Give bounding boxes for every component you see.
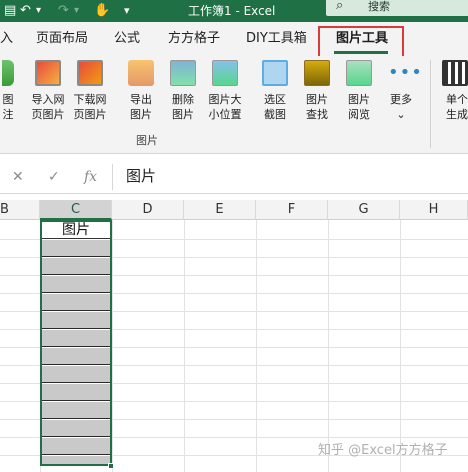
image-size-position-icon [212, 60, 238, 86]
shaded-cell[interactable] [42, 330, 110, 347]
download-web-image-label: 下载网 页图片 [73, 93, 107, 121]
redo-icon[interactable]: ↷ [58, 2, 69, 20]
picture-annotate-label: 图 注 [2, 93, 14, 121]
shaded-cell[interactable] [42, 366, 110, 383]
image-size-position-button[interactable]: 图片大 小位置 [204, 60, 246, 122]
undo-dropdown-icon[interactable]: ▾ [36, 2, 41, 20]
image-preview-icon [346, 60, 372, 86]
delete-image-label: 删除 图片 [172, 93, 194, 121]
highlight-box [318, 26, 404, 60]
image-find-icon [304, 60, 330, 86]
image-size-position-label: 图片大 小位置 [208, 93, 242, 121]
image-find-button[interactable]: 图片 查找 [300, 60, 334, 122]
tab-formulas[interactable]: 公式 [114, 30, 140, 48]
shaded-cell[interactable] [42, 240, 110, 257]
more-button[interactable]: ••• 更多 ⌄ [384, 60, 423, 122]
shaded-cell[interactable] [42, 348, 110, 365]
customize-quick-access-icon[interactable]: ▾ [124, 2, 130, 20]
export-image-icon [128, 60, 154, 86]
tab-page-layout[interactable]: 页面布局 [36, 30, 88, 48]
image-preview-label: 图片 阅览 [348, 93, 370, 121]
column-header-d[interactable]: D [112, 200, 184, 220]
redo-dropdown-icon[interactable]: ▾ [74, 2, 79, 20]
import-web-image-label: 导入网 页图片 [31, 93, 65, 121]
column-header-f[interactable]: F [256, 200, 328, 220]
search-box[interactable]: ⌕ 搜索 [326, 0, 468, 16]
shaded-cell[interactable] [42, 276, 110, 293]
image-preview-button[interactable]: 图片 阅览 [342, 60, 376, 122]
import-web-image-icon [35, 60, 61, 86]
fill-handle[interactable] [108, 463, 114, 469]
formula-bar [0, 160, 468, 194]
formula-divider [112, 164, 113, 190]
ribbon-group-label: 图片 [136, 134, 158, 147]
search-icon: ⌕ [336, 0, 344, 13]
tab-diy-toolbox[interactable]: DIY工具箱 [246, 30, 307, 48]
qr-generate-label: 单个 生成 [446, 93, 468, 121]
tab-insert[interactable]: 入 [0, 30, 13, 48]
download-web-image-button[interactable]: 下载网 页图片 [70, 60, 110, 122]
shaded-cell[interactable] [42, 438, 110, 455]
column-header-e[interactable]: E [184, 200, 256, 220]
qr-generate-button[interactable]: 单个 生成 [442, 60, 468, 122]
shaded-cell[interactable] [42, 384, 110, 401]
ribbon-separator [430, 60, 431, 148]
download-web-image-icon [77, 60, 103, 86]
picture-annotate-icon [2, 60, 14, 86]
cancel-icon[interactable]: ✕ [12, 168, 24, 186]
screenshot-selection-button[interactable]: 选区 截图 [258, 60, 292, 122]
tab-fangfang-gezi[interactable]: 方方格子 [168, 30, 220, 48]
window-title: 工作簿1 - Excel [188, 4, 276, 18]
shaded-cell[interactable] [42, 456, 110, 464]
watermark: 知乎 @Excel方方格子 [318, 443, 448, 458]
search-placeholder: 搜索 [368, 0, 390, 13]
column-header-h[interactable]: H [400, 200, 468, 220]
formula-input[interactable]: 图片 [126, 166, 156, 186]
touch-mode-icon[interactable]: ✋ [94, 2, 110, 20]
title-bar: ▤ ↶ ▾ ↷ ▾ ✋ ▾ 工作簿1 - Excel ⌕ 搜索 [0, 0, 468, 22]
image-find-label: 图片 查找 [306, 93, 328, 121]
picture-annotate-button[interactable]: 图 注 [0, 60, 16, 122]
export-image-button[interactable]: 导出 图片 [124, 60, 158, 122]
delete-image-button[interactable]: 删除 图片 [166, 60, 200, 122]
shaded-cell[interactable] [42, 402, 110, 419]
cell-c1[interactable]: 图片 [42, 221, 110, 239]
column-header-b[interactable]: B [0, 200, 40, 220]
shaded-cell[interactable] [42, 420, 110, 437]
column-header-g[interactable]: G [328, 200, 400, 220]
shaded-cell[interactable] [42, 294, 110, 311]
screenshot-selection-label: 选区 截图 [264, 93, 286, 121]
delete-image-icon [170, 60, 196, 86]
shaded-cell[interactable] [42, 312, 110, 329]
export-image-label: 导出 图片 [130, 93, 152, 121]
insert-function-icon[interactable]: fx [84, 168, 97, 186]
qr-code-icon [442, 60, 468, 86]
more-label: 更多 ⌄ [390, 93, 412, 121]
import-web-image-button[interactable]: 导入网 页图片 [28, 60, 68, 122]
save-icon[interactable]: ▤ [4, 2, 16, 20]
shaded-cell[interactable] [42, 258, 110, 275]
undo-icon[interactable]: ↶ [20, 2, 31, 20]
more-icon: ••• [388, 62, 423, 83]
column-header-row: B C D E F G H [0, 200, 468, 220]
confirm-icon[interactable]: ✓ [48, 168, 60, 186]
screenshot-selection-icon [262, 60, 288, 86]
column-header-c[interactable]: C [40, 200, 112, 220]
